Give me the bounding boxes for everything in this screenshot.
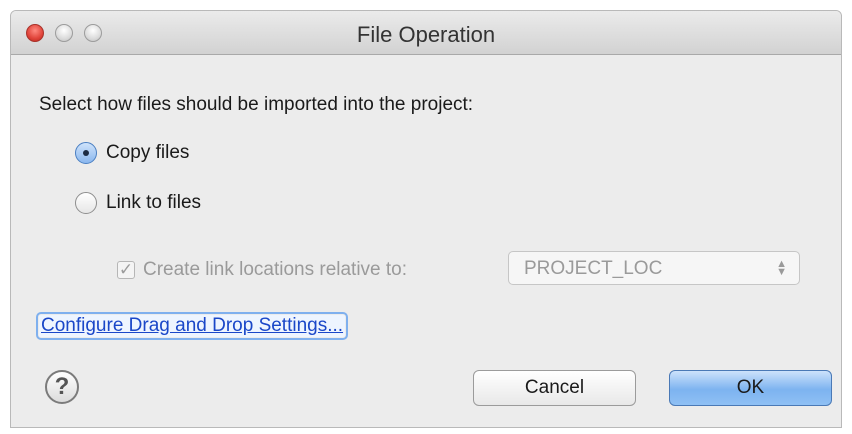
file-operation-dialog: File Operation Select how files should b… — [10, 10, 842, 428]
window-title: File Operation — [356, 22, 496, 47]
copy-files-option[interactable]: Copy files — [75, 142, 189, 164]
select-arrows-icon: ▲ ▼ — [776, 258, 787, 278]
relative-locations-option: ✓ Create link locations relative to: — [117, 259, 407, 281]
path-variable-value: PROJECT_LOC — [524, 258, 663, 279]
title-bar[interactable]: File Operation — [11, 11, 841, 55]
copy-files-label[interactable]: Copy files — [106, 142, 189, 164]
drag-drop-settings-link[interactable]: Configure Drag and Drop Settings... — [35, 312, 349, 340]
import-prompt: Select how files should be imported into… — [39, 94, 474, 115]
path-variable-select: PROJECT_LOC ▲ ▼ — [508, 251, 800, 285]
link-files-radio[interactable] — [75, 192, 97, 214]
link-files-label[interactable]: Link to files — [106, 192, 201, 214]
link-files-option[interactable]: Link to files — [75, 192, 201, 214]
cancel-button[interactable]: Cancel — [473, 370, 636, 406]
ok-button[interactable]: OK — [669, 370, 832, 406]
copy-files-radio[interactable] — [75, 142, 97, 164]
relative-locations-label: Create link locations relative to: — [143, 259, 408, 280]
help-icon[interactable]: ? — [45, 370, 79, 404]
relative-locations-checkbox: ✓ — [117, 260, 135, 279]
